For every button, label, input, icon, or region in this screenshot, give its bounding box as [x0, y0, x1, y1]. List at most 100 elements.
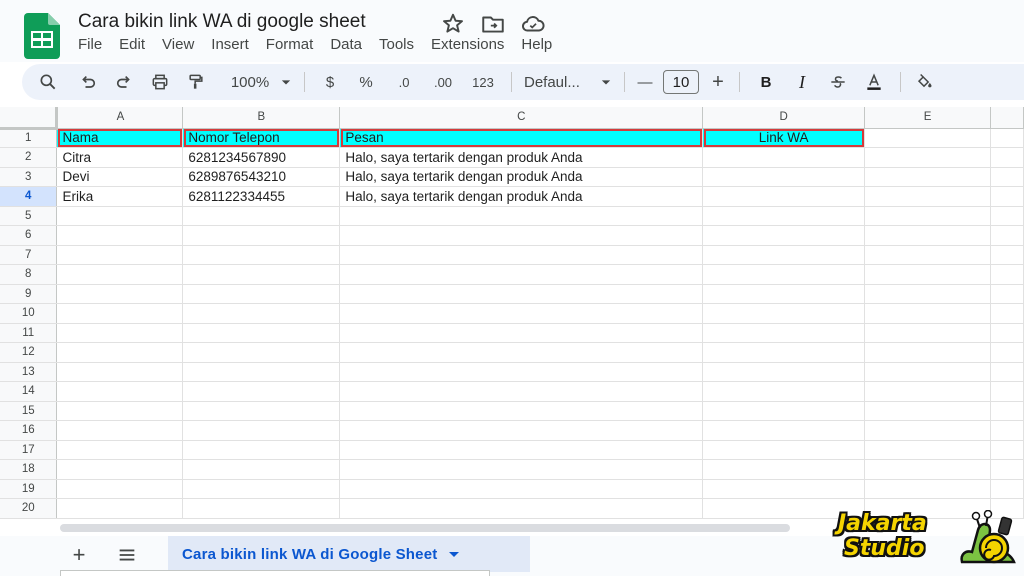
column-header-e[interactable]: E	[864, 107, 991, 129]
cell[interactable]	[864, 225, 991, 246]
row-header[interactable]: 18	[0, 459, 58, 480]
cell[interactable]	[339, 264, 704, 285]
column-header-c[interactable]: C	[339, 107, 704, 129]
cell[interactable]	[702, 362, 866, 382]
cell[interactable]	[339, 245, 704, 265]
cell[interactable]	[702, 342, 866, 363]
cell[interactable]	[182, 264, 341, 285]
cell[interactable]	[702, 264, 866, 285]
cell[interactable]	[56, 440, 184, 460]
cell-e2[interactable]	[864, 147, 991, 168]
cell[interactable]	[182, 342, 341, 363]
cell[interactable]	[339, 225, 704, 246]
sheet-tab-active[interactable]: Cara bikin link WA di Google Sheet	[168, 536, 530, 572]
cell[interactable]	[182, 420, 341, 441]
cell[interactable]	[339, 303, 704, 324]
cell-d1[interactable]: Link WA	[702, 128, 866, 148]
add-sheet-button[interactable]: +	[66, 542, 92, 568]
row-header[interactable]: 7	[0, 245, 58, 265]
sheets-logo-icon[interactable]	[24, 13, 60, 59]
cell-f1[interactable]	[990, 128, 1024, 148]
menu-extensions[interactable]: Extensions	[431, 36, 504, 53]
row-header-selected[interactable]: 4	[0, 186, 58, 207]
cell[interactable]	[990, 381, 1024, 402]
menu-format[interactable]: Format	[266, 36, 314, 53]
cell[interactable]	[339, 323, 704, 343]
row-header[interactable]: 8	[0, 264, 58, 285]
row-header[interactable]: 6	[0, 225, 58, 246]
cell[interactable]	[56, 284, 184, 304]
select-all-corner[interactable]	[0, 107, 59, 130]
cell-c2[interactable]: Halo, saya tertarik dengan produk Anda	[339, 147, 704, 168]
cell[interactable]	[864, 440, 991, 460]
cell-b4[interactable]: 6281122334455	[182, 186, 341, 207]
menu-insert[interactable]: Insert	[211, 36, 249, 53]
cell[interactable]	[864, 459, 991, 480]
redo-button[interactable]	[106, 67, 142, 97]
cell-f3[interactable]	[990, 167, 1024, 187]
cell[interactable]	[339, 284, 704, 304]
menu-tools[interactable]: Tools	[379, 36, 414, 53]
cell[interactable]	[182, 479, 341, 499]
search-menus-button[interactable]	[30, 67, 66, 97]
row-header[interactable]: 12	[0, 342, 58, 363]
cell[interactable]	[864, 420, 991, 441]
decrease-font-size-button[interactable]: —	[633, 67, 657, 97]
cell[interactable]	[990, 284, 1024, 304]
cell[interactable]	[990, 479, 1024, 499]
star-icon[interactable]	[440, 11, 466, 37]
cell-a2[interactable]: Citra	[56, 147, 184, 168]
cell[interactable]	[56, 245, 184, 265]
text-color-button[interactable]	[856, 67, 892, 97]
cell[interactable]	[182, 323, 341, 343]
all-sheets-button[interactable]	[114, 542, 140, 568]
paint-format-button[interactable]	[178, 67, 214, 97]
undo-button[interactable]	[70, 67, 106, 97]
cell[interactable]	[864, 303, 991, 324]
cell[interactable]	[864, 479, 991, 499]
cell[interactable]	[56, 264, 184, 285]
cell[interactable]	[182, 206, 341, 226]
cell[interactable]	[990, 264, 1024, 285]
menu-view[interactable]: View	[162, 36, 194, 53]
horizontal-scrollbar[interactable]	[60, 524, 790, 532]
row-header[interactable]: 11	[0, 323, 58, 343]
row-header[interactable]: 13	[0, 362, 58, 382]
cell-a4[interactable]: Erika	[56, 186, 184, 207]
cell[interactable]	[990, 245, 1024, 265]
row-header[interactable]: 17	[0, 440, 58, 460]
row-header[interactable]: 3	[0, 167, 58, 187]
cell[interactable]	[990, 362, 1024, 382]
cell[interactable]	[990, 303, 1024, 324]
cell-e3[interactable]	[864, 167, 991, 187]
menu-file[interactable]: File	[78, 36, 102, 53]
cell[interactable]	[990, 342, 1024, 363]
cell[interactable]	[56, 420, 184, 441]
cell[interactable]	[702, 284, 866, 304]
increase-decimal-button[interactable]: .00	[423, 67, 463, 97]
cell[interactable]	[702, 479, 866, 499]
cell[interactable]	[702, 303, 866, 324]
cell-b2[interactable]: 6281234567890	[182, 147, 341, 168]
cell-b1[interactable]: Nomor Telepon	[182, 128, 341, 148]
menu-help[interactable]: Help	[521, 36, 552, 53]
cell[interactable]	[56, 323, 184, 343]
strikethrough-button[interactable]	[820, 67, 856, 97]
caret-down-icon[interactable]	[449, 551, 460, 557]
cell[interactable]	[182, 401, 341, 421]
cell[interactable]	[182, 225, 341, 246]
cell-a3[interactable]: Devi	[56, 167, 184, 187]
cell[interactable]	[702, 225, 866, 246]
italic-button[interactable]: I	[784, 67, 820, 97]
document-title[interactable]: Cara bikin link WA di google sheet	[78, 11, 366, 33]
print-button[interactable]	[142, 67, 178, 97]
currency-format-button[interactable]: $	[313, 67, 347, 97]
cell[interactable]	[339, 479, 704, 499]
cloud-status-icon[interactable]	[520, 11, 546, 37]
cell[interactable]	[990, 225, 1024, 246]
cell[interactable]	[182, 381, 341, 402]
row-header[interactable]: 10	[0, 303, 58, 324]
cell-e4[interactable]	[864, 186, 991, 207]
cell-c4[interactable]: Halo, saya tertarik dengan produk Anda	[339, 186, 704, 207]
cell[interactable]	[182, 303, 341, 324]
